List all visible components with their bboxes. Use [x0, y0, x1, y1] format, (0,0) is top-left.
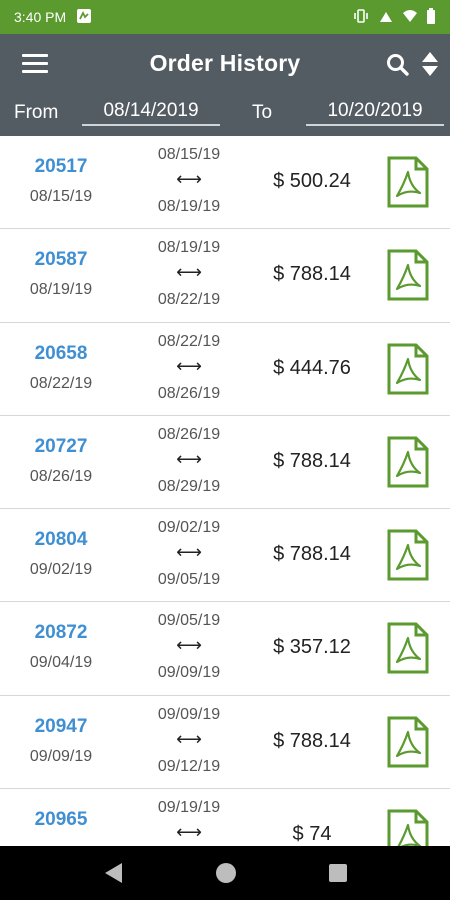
back-icon[interactable]	[102, 861, 124, 885]
order-list[interactable]: 20517 08/15/19 08/15/19 ⟷ 08/19/19 $ 500…	[0, 136, 450, 846]
order-number[interactable]: 20727	[0, 436, 122, 458]
date-range-arrow: ⟷	[176, 635, 202, 656]
system-nav-bar	[0, 846, 450, 900]
delivery-start-date: 08/22/19	[157, 332, 221, 350]
order-row[interactable]: 20727 08/26/19 08/26/19 ⟷ 08/29/19 $ 788…	[0, 415, 450, 510]
order-date: 08/26/19	[29, 467, 93, 485]
order-row[interactable]: 20965 09/19/19 ⟷ $ 74	[0, 789, 450, 846]
delivery-start-date: 08/26/19	[157, 425, 221, 443]
order-amount: $ 74	[292, 823, 332, 846]
pdf-icon[interactable]	[386, 809, 430, 846]
wifi-icon	[402, 8, 418, 27]
vibrate-icon	[352, 8, 370, 27]
order-row[interactable]: 20804 09/02/19 09/02/19 ⟷ 09/05/19 $ 788…	[0, 509, 450, 603]
date-range-arrow: ⟷	[176, 728, 202, 749]
order-number[interactable]: 20658	[0, 343, 122, 365]
order-row[interactable]: 20947 09/09/19 09/09/19 ⟷ 09/12/19 $ 788…	[0, 695, 450, 790]
recent-apps-icon[interactable]	[328, 863, 348, 883]
order-amount: $ 788.14	[273, 449, 351, 472]
order-date: 09/09/19	[29, 747, 93, 765]
order-row[interactable]: 20658 08/22/19 08/22/19 ⟷ 08/26/19 $ 444…	[0, 322, 450, 416]
pdf-icon[interactable]	[386, 343, 430, 395]
pdf-icon[interactable]	[386, 156, 430, 208]
pdf-icon[interactable]	[386, 436, 430, 488]
signal-icon	[378, 8, 394, 27]
delivery-end-date: 08/29/19	[157, 477, 221, 495]
delivery-start-date: 08/15/19	[157, 146, 221, 163]
from-label: From	[14, 102, 59, 123]
order-amount: $ 357.12	[273, 636, 351, 659]
delivery-start-date: 09/05/19	[157, 612, 221, 630]
pdf-icon[interactable]	[386, 716, 430, 768]
order-amount: $ 788.14	[273, 729, 351, 752]
status-right	[352, 7, 436, 27]
order-date: 08/15/19	[29, 188, 93, 205]
page-title: Order History	[149, 50, 301, 76]
date-range-arrow: ⟷	[176, 169, 202, 189]
order-number[interactable]: 20517	[0, 156, 122, 178]
delivery-start-date: 09/19/19	[157, 799, 221, 817]
delivery-end-date: 09/05/19	[157, 571, 221, 589]
app-bar: Order History	[0, 34, 450, 94]
delivery-start-date: 08/19/19	[157, 239, 221, 257]
status-time: 3:40 PM	[14, 9, 67, 25]
date-range-arrow: ⟷	[176, 262, 202, 283]
app-notification-icon	[76, 8, 92, 27]
order-date: 08/19/19	[29, 281, 93, 299]
delivery-start-date: 09/02/19	[157, 519, 221, 537]
search-icon[interactable]	[385, 52, 411, 78]
order-number[interactable]: 20872	[0, 622, 122, 644]
date-range-arrow: ⟷	[176, 822, 202, 843]
to-label: To	[252, 102, 273, 123]
order-date: 09/04/19	[29, 654, 93, 672]
order-amount: $ 444.76	[273, 356, 351, 379]
date-range-arrow: ⟷	[176, 355, 202, 376]
order-amount: $ 788.14	[273, 543, 351, 566]
pdf-icon[interactable]	[386, 249, 430, 301]
order-number[interactable]: 20965	[0, 809, 122, 831]
battery-icon	[426, 7, 436, 27]
delivery-end-date: 08/26/19	[157, 384, 221, 402]
from-date-field[interactable]: 08/14/2019	[82, 100, 220, 126]
status-left: 3:40 PM	[14, 8, 92, 27]
order-date: 09/02/19	[29, 561, 93, 579]
order-number[interactable]: 20587	[0, 249, 122, 271]
order-date: 08/22/19	[29, 374, 93, 392]
order-row[interactable]: 20587 08/19/19 08/19/19 ⟷ 08/22/19 $ 788…	[0, 229, 450, 323]
status-bar: 3:40 PM	[0, 0, 450, 34]
order-number[interactable]: 20947	[0, 716, 122, 738]
delivery-end-date: 08/22/19	[157, 291, 221, 309]
delivery-end-date: 08/19/19	[157, 198, 221, 215]
to-date-field[interactable]: 10/20/2019	[306, 100, 444, 126]
order-amount: $ 788.14	[273, 263, 351, 286]
order-number[interactable]: 20804	[0, 529, 122, 551]
pdf-icon[interactable]	[386, 622, 430, 674]
sort-icon[interactable]	[420, 50, 440, 78]
delivery-end-date: 09/09/19	[157, 664, 221, 682]
date-filter-bar: From 08/14/2019 To 10/20/2019	[0, 94, 450, 136]
home-icon[interactable]	[215, 862, 237, 884]
date-range-arrow: ⟷	[176, 542, 202, 563]
delivery-start-date: 09/09/19	[157, 705, 221, 723]
delivery-end-date: 09/12/19	[157, 757, 221, 775]
date-range-arrow: ⟷	[176, 448, 202, 469]
pdf-icon[interactable]	[386, 529, 430, 581]
order-amount: $ 500.24	[273, 170, 351, 192]
order-row[interactable]: 20517 08/15/19 08/15/19 ⟷ 08/19/19 $ 500…	[0, 136, 450, 230]
order-row[interactable]: 20872 09/04/19 09/05/19 ⟷ 09/09/19 $ 357…	[0, 602, 450, 696]
